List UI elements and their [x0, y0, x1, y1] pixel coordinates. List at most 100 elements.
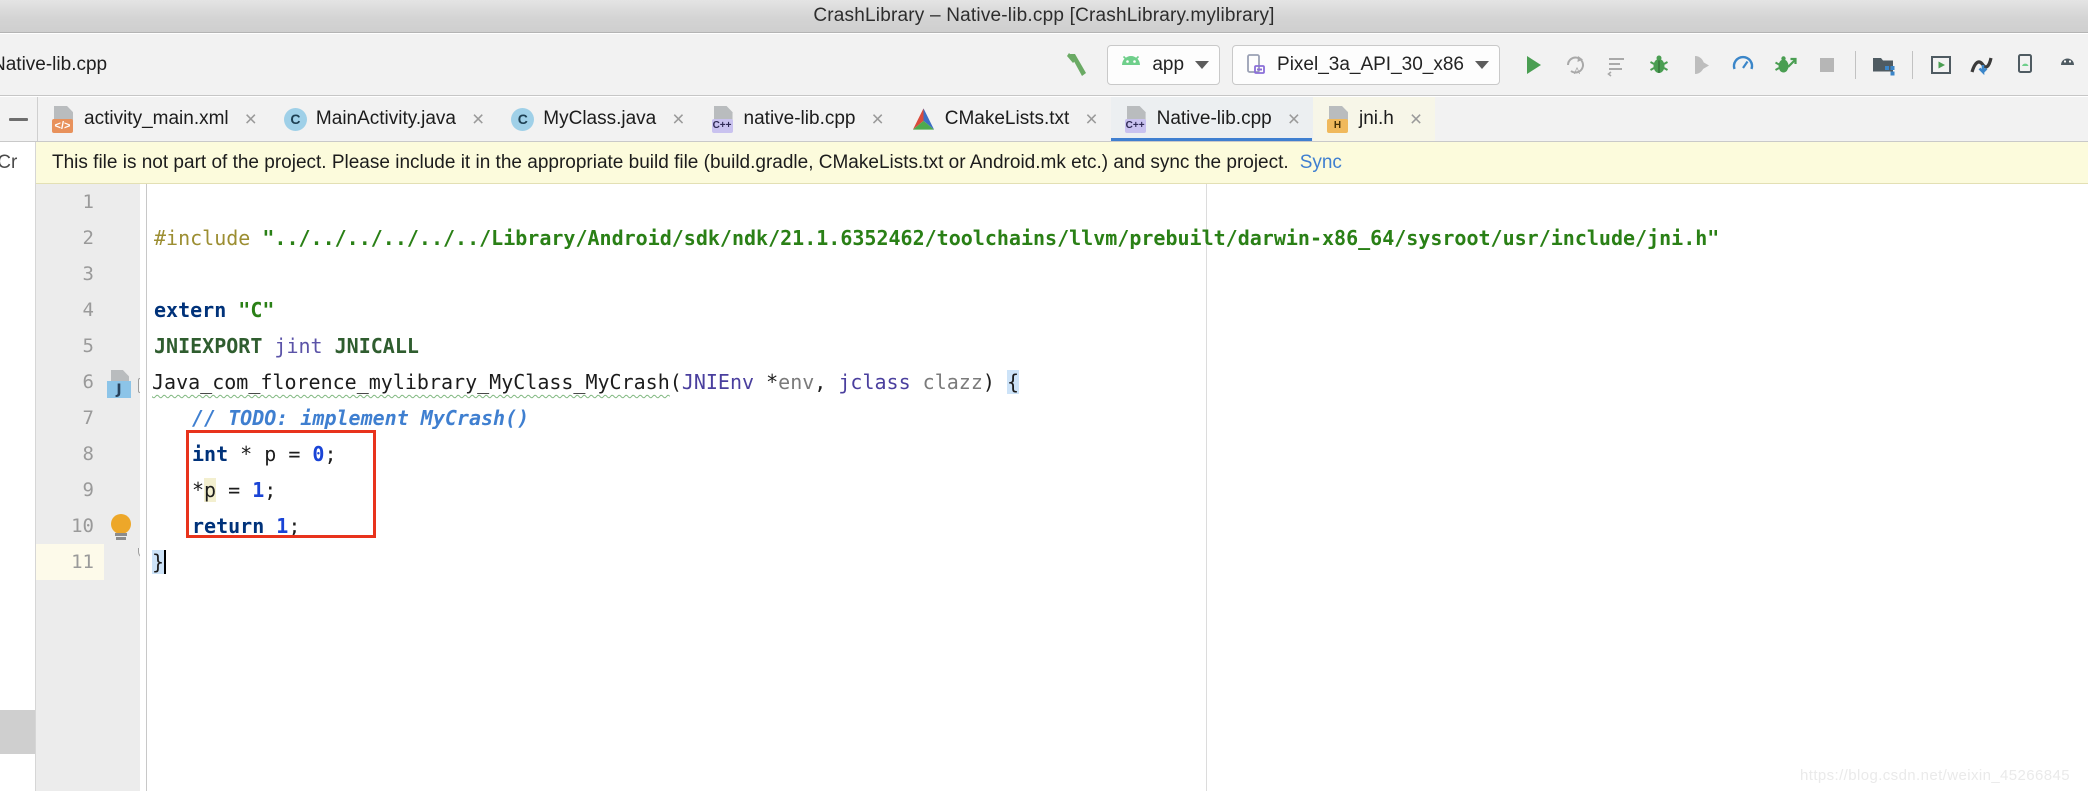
attach-debugger-button[interactable] [1680, 44, 1722, 86]
java-navigate-icon[interactable]: J [107, 370, 133, 398]
tab-myclass-java[interactable]: C MyClass.java × [497, 97, 697, 141]
return-keyword: return [192, 514, 265, 538]
extern-keyword: extern [154, 298, 227, 322]
build-project-button[interactable] [1057, 44, 1099, 86]
run-config-label: app [1152, 53, 1185, 75]
line-number: 6 [82, 371, 94, 393]
deref-star: * [192, 478, 205, 502]
run-configuration-selector[interactable]: app [1107, 44, 1221, 85]
device-selector[interactable]: Pixel_3a_API_30_x86 [1232, 44, 1500, 85]
profiler-gauge-icon [1732, 55, 1754, 69]
param-comma: , [814, 370, 839, 394]
code-editor[interactable]: 1 2 3 4 5 6 7 8 9 10 11 J #include "../.… [36, 184, 2088, 792]
tab-cmakelists-txt[interactable]: CMakeLists.txt × [897, 97, 1111, 141]
device-explorer-icon [2061, 58, 2074, 65]
close-paren: ) [982, 370, 1007, 394]
matched-close-brace: } [152, 550, 165, 574]
code-line-10: return 1; [140, 508, 300, 544]
apply-code-changes-button[interactable] [1596, 44, 1638, 86]
sync-now-link[interactable]: Sync [1300, 152, 1342, 174]
tab-native-lib-cpp-active[interactable]: C++ Native-lib.cpp × [1110, 97, 1313, 141]
intention-bulb-icon[interactable] [110, 514, 132, 540]
literal-one: 1 [252, 478, 265, 502]
tab-close-icon[interactable]: × [672, 109, 684, 130]
param-clazz: clazz [910, 370, 983, 394]
header-file-icon: H [1326, 105, 1350, 133]
watermark-text: https://blog.csdn.net/weixin_45266845 [1800, 767, 2070, 784]
cmake-file-icon [912, 108, 934, 130]
java-badge: J [107, 381, 131, 398]
java-class-icon: C [511, 107, 535, 131]
tab-close-icon[interactable]: × [871, 109, 883, 130]
tab-close-icon[interactable]: × [472, 109, 484, 130]
title-bar: CrashLibrary – Native-lib.cpp [CrashLibr… [0, 0, 2088, 33]
editor-tab-strip: </> activity_main.xml × C MainActivity.j… [0, 97, 2088, 142]
code-text-area[interactable]: #include "../../../../../../Library/Andr… [140, 184, 2088, 792]
tab-activity-main-xml[interactable]: </> activity_main.xml × [38, 97, 270, 141]
sdk-manager-button[interactable] [1863, 44, 1905, 86]
tab-native-lib-cpp-lower[interactable]: C++ native-lib.cpp × [698, 97, 897, 141]
profile-button[interactable] [1722, 44, 1764, 86]
toolbar-file-name: Native-lib.cpp [0, 53, 108, 75]
window-title: CrashLibrary – Native-lib.cpp [CrashLibr… [813, 5, 1275, 26]
tab-mainactivity-java[interactable]: C MainActivity.java × [270, 97, 497, 141]
apply-code-changes-icon [1607, 57, 1624, 77]
editor-gutter[interactable]: 1 2 3 4 5 6 7 8 9 10 11 J [36, 184, 140, 792]
xml-layout-file-icon: </> [52, 105, 75, 133]
tab-close-icon[interactable]: × [1410, 109, 1422, 130]
tab-close-icon[interactable]: × [245, 109, 257, 130]
pointer-star: * [754, 370, 779, 394]
avd-manager-button[interactable] [1920, 44, 1962, 86]
svg-text:A: A [1574, 66, 1580, 76]
cpp-badge: C++ [711, 118, 733, 133]
tab-label: native-lib.cpp [743, 108, 856, 129]
tab-label: Native-lib.cpp [1156, 108, 1272, 129]
cpp-badge: C++ [1124, 118, 1146, 133]
attach-debugger-icon [1695, 55, 1709, 74]
apply-changes-button[interactable]: A [1554, 44, 1596, 86]
stop-button[interactable] [1806, 44, 1848, 86]
breadcrumb-path-fragment[interactable]: /Cr [0, 142, 36, 184]
device-file-explorer-button[interactable] [2046, 44, 2088, 86]
collapse-tool-window-button[interactable] [0, 97, 38, 141]
device-phone-icon [1247, 53, 1265, 74]
tab-jni-h[interactable]: H jni.h × [1312, 97, 1436, 141]
code-line-8: int * p = 0; [140, 436, 337, 472]
language-linkage-string: "C" [238, 298, 275, 322]
code-line-11: } [140, 544, 179, 580]
attach-debugger-process-button[interactable] [1764, 44, 1806, 86]
line-number: 4 [82, 299, 94, 321]
tab-close-icon[interactable]: × [1288, 109, 1300, 130]
return-literal: 1 [264, 514, 289, 538]
tab-label: MyClass.java [543, 108, 657, 129]
debug-button[interactable] [1638, 44, 1680, 86]
todo-comment: // TODO: implement MyCrash() [192, 406, 530, 430]
jint-type: jint [274, 334, 323, 358]
line-number-column: 1 2 3 4 5 6 7 8 9 10 11 [36, 184, 104, 580]
android-studio-window: CrashLibrary – Native-lib.cpp [CrashLibr… [0, 0, 2088, 792]
apply-changes-icon: A [1567, 55, 1584, 76]
line-number: 11 [36, 544, 104, 580]
tab-close-icon[interactable]: × [1085, 109, 1097, 130]
jclass-type: jclass [838, 370, 911, 394]
pointer-decl: * p = [228, 442, 313, 466]
left-rail-background [0, 184, 36, 734]
bug-attach-icon [1775, 55, 1797, 72]
semicolon: ; [324, 442, 337, 466]
stop-square-icon [1820, 57, 1834, 72]
java-class-icon: C [283, 107, 307, 131]
int-keyword: int [192, 442, 229, 466]
header-badge: H [1326, 118, 1348, 133]
layout-inspector-button[interactable] [2004, 44, 2046, 86]
preprocessor-directive: #include [154, 226, 263, 250]
left-rail-scroll-thumb[interactable] [0, 710, 36, 754]
run-button[interactable] [1512, 44, 1554, 86]
toolbar-separator [1855, 50, 1856, 79]
error-stripe-scrollbar[interactable] [2070, 184, 2088, 792]
jnicall-macro: JNICALL [334, 334, 419, 358]
profiler-button[interactable] [1962, 44, 2004, 86]
literal-zero: 0 [312, 442, 325, 466]
code-line-9: *p = 1; [140, 472, 276, 508]
minus-icon [9, 117, 28, 121]
